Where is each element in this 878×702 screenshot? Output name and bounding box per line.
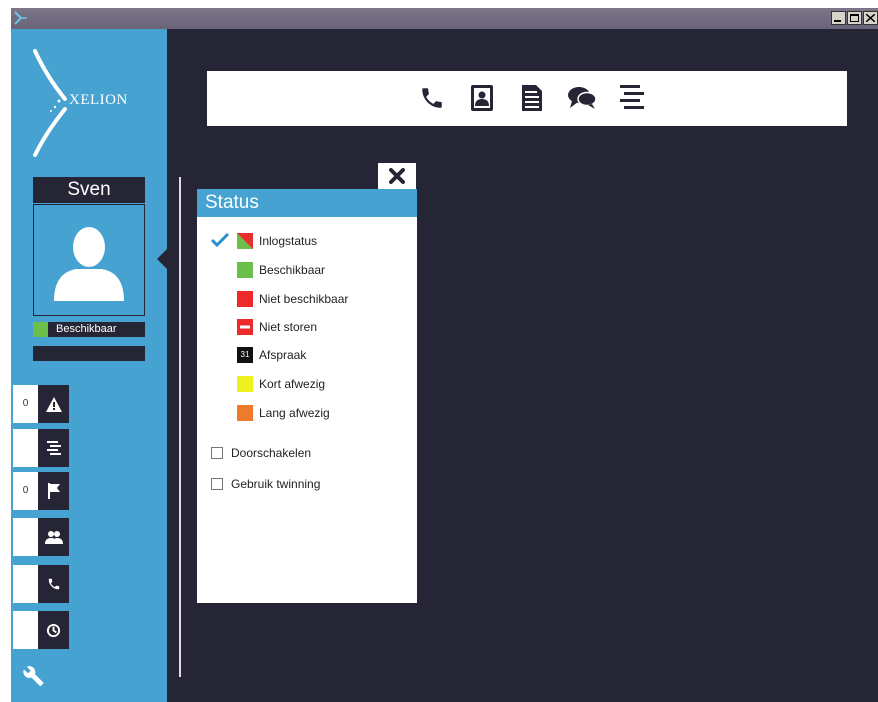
sidebar: XELION Sven Beschikbaar 0 0 xyxy=(11,29,167,702)
sidebar-item-flags[interactable]: 0 xyxy=(13,472,69,510)
avatar[interactable] xyxy=(33,204,145,316)
flag-icon xyxy=(47,483,60,499)
doorschakelen-checkbox[interactable]: Doorschakelen xyxy=(211,446,311,460)
sidebar-item-history[interactable] xyxy=(13,611,69,649)
sidebar-item-calls[interactable] xyxy=(13,565,69,603)
user-name: Sven xyxy=(33,177,145,203)
do-not-disturb-icon xyxy=(237,319,253,335)
minimize-button[interactable] xyxy=(831,11,846,25)
phone-icon xyxy=(422,88,442,108)
status-swatch xyxy=(237,376,253,392)
option-label: Niet beschikbaar xyxy=(259,292,349,306)
status-color-indicator xyxy=(33,322,48,337)
sidebar-item-contacts[interactable] xyxy=(13,518,69,556)
document-icon xyxy=(522,85,542,111)
list-count xyxy=(13,429,38,467)
history-icon xyxy=(46,623,61,637)
addressbook-icon xyxy=(471,85,493,111)
login-status-icon xyxy=(237,233,253,249)
status-option-lang-afwezig[interactable]: Lang afwezig xyxy=(237,405,330,421)
close-icon xyxy=(389,168,405,184)
panel-title: Status xyxy=(197,189,417,217)
status-option-afspraak[interactable]: 31 Afspraak xyxy=(237,347,306,363)
list-icon xyxy=(46,441,61,455)
status-message-field[interactable] xyxy=(33,346,145,361)
app-window: XELION Sven Beschikbaar 0 0 Status Inlog… xyxy=(11,29,878,702)
sidebar-item-alerts[interactable]: 0 xyxy=(13,385,69,423)
option-label: Lang afwezig xyxy=(259,406,330,420)
toolbar-menu-button[interactable] xyxy=(617,83,647,113)
status-panel: Status Inlogstatus Beschikbaar Niet besc… xyxy=(197,189,417,603)
maximize-button[interactable] xyxy=(847,11,862,25)
status-swatch xyxy=(237,405,253,421)
status-option-beschikbaar[interactable]: Beschikbaar xyxy=(237,262,325,278)
checkmark-icon xyxy=(211,233,229,247)
status-option-kort-afwezig[interactable]: Kort afwezig xyxy=(237,376,325,392)
warning-icon xyxy=(45,396,62,412)
status-swatch xyxy=(237,262,253,278)
user-status[interactable]: Beschikbaar xyxy=(33,322,145,337)
user-avatar-icon xyxy=(54,227,124,301)
close-window-button[interactable] xyxy=(863,11,878,25)
divider xyxy=(179,177,181,677)
option-label: Inlogstatus xyxy=(259,234,318,248)
wrench-icon[interactable] xyxy=(23,665,45,687)
title-bar xyxy=(11,8,878,29)
calls-count xyxy=(13,565,38,603)
toolbar-document-button[interactable] xyxy=(517,83,547,113)
users-icon xyxy=(44,531,63,544)
status-option-inlogstatus[interactable]: Inlogstatus xyxy=(237,233,317,249)
toolbar-chat-button[interactable] xyxy=(567,83,597,113)
main-toolbar xyxy=(207,71,847,126)
flags-count: 0 xyxy=(13,472,38,510)
checkbox-box[interactable] xyxy=(211,447,223,459)
status-swatch xyxy=(237,291,253,307)
toolbar-addressbook-button[interactable] xyxy=(467,83,497,113)
contacts-count xyxy=(13,518,38,556)
app-icon xyxy=(14,11,27,25)
checkbox-label: Doorschakelen xyxy=(231,446,312,460)
option-label: Afspraak xyxy=(259,348,307,362)
toolbar-phone-button[interactable] xyxy=(417,83,447,113)
option-label: Kort afwezig xyxy=(259,377,326,391)
logo-text: XELION xyxy=(69,92,128,108)
close-panel-button[interactable] xyxy=(378,163,416,189)
menu-icon xyxy=(620,85,644,109)
checkbox-box[interactable] xyxy=(211,478,223,490)
gebruik-twinning-checkbox[interactable]: Gebruik twinning xyxy=(211,477,320,491)
option-label: Niet storen xyxy=(259,320,318,334)
history-count xyxy=(13,611,38,649)
status-option-niet-beschikbaar[interactable]: Niet beschikbaar xyxy=(237,291,348,307)
phone-icon xyxy=(48,578,59,590)
calendar-icon: 31 xyxy=(237,347,253,363)
sidebar-item-list[interactable] xyxy=(13,429,69,467)
status-option-niet-storen[interactable]: Niet storen xyxy=(237,319,317,335)
alerts-count: 0 xyxy=(13,385,38,423)
chat-icon xyxy=(568,87,596,109)
checkbox-label: Gebruik twinning xyxy=(231,477,321,491)
option-label: Beschikbaar xyxy=(259,263,326,277)
panel-pointer xyxy=(157,249,167,269)
user-status-label: Beschikbaar xyxy=(56,323,117,335)
